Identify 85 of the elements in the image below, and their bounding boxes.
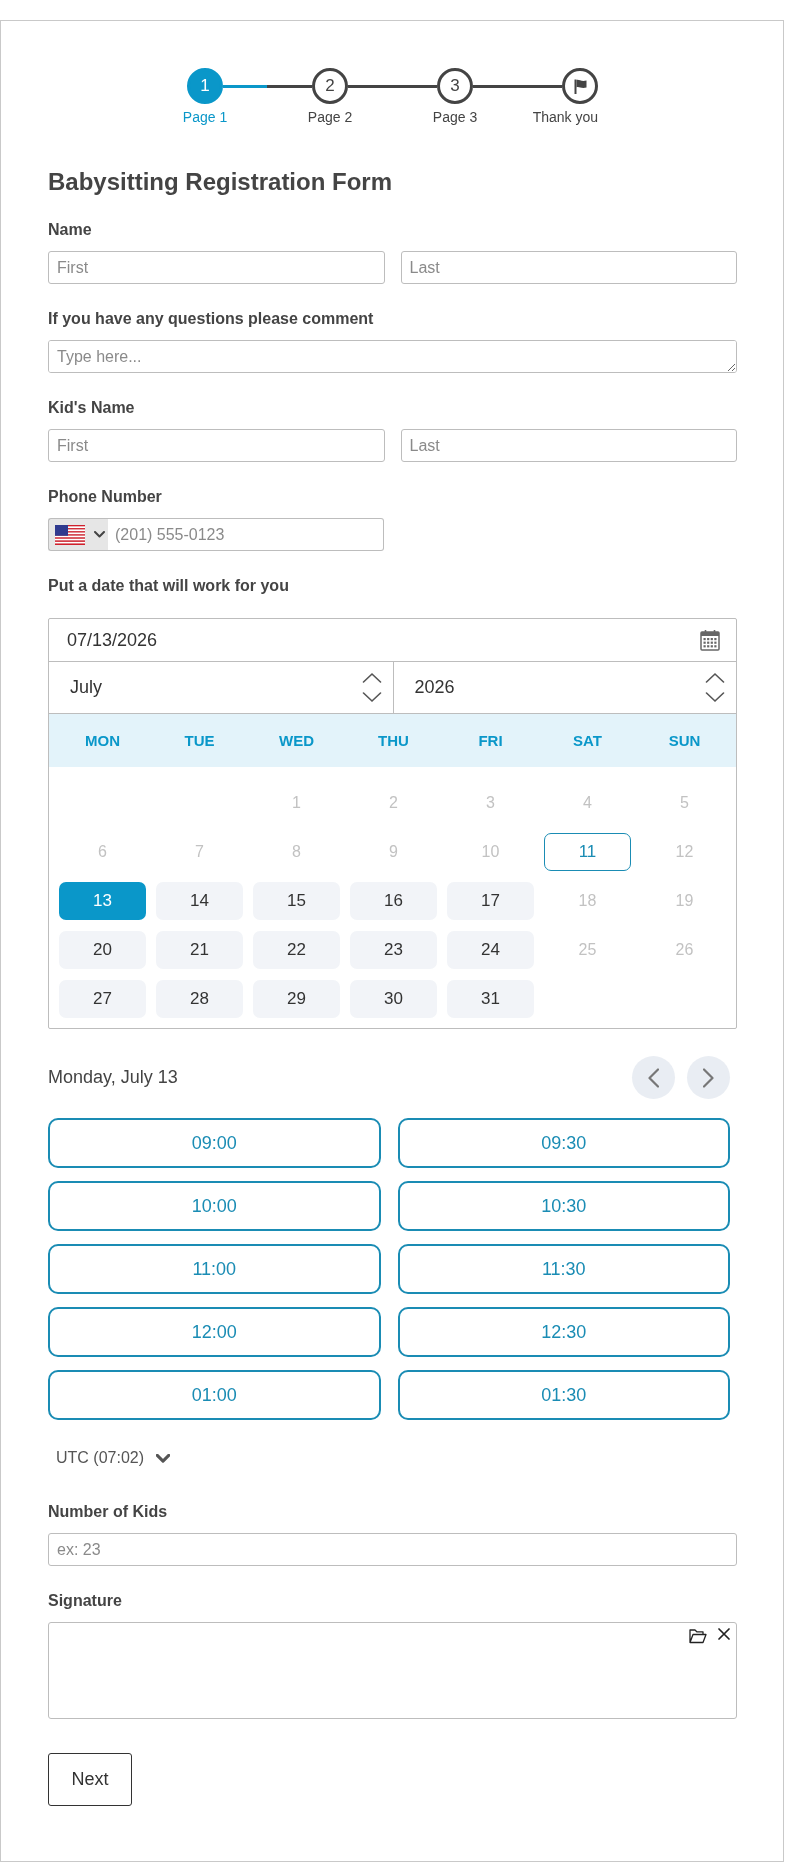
- calendar-day[interactable]: 16: [350, 882, 437, 920]
- weekday-label: TUE: [183, 732, 216, 749]
- chevron-up-icon[interactable]: [361, 672, 382, 683]
- calendar-day: 5: [641, 784, 728, 822]
- time-slot-button[interactable]: 01:00: [48, 1370, 381, 1420]
- time-slot-button[interactable]: 10:30: [397, 1181, 730, 1231]
- selected-date-text: Monday, July 13: [48, 1067, 178, 1088]
- step-label: Page 3: [432, 109, 478, 125]
- step-marker: 1: [187, 68, 223, 104]
- weekday-label: THU: [377, 732, 410, 749]
- calendar-day[interactable]: 28: [156, 980, 243, 1018]
- folder-icon[interactable]: [689, 1628, 707, 1644]
- text-input[interactable]: Last: [400, 429, 737, 462]
- date-input[interactable]: 07/13/2026: [49, 619, 736, 662]
- step-label: Thank you: [532, 109, 598, 125]
- close-icon[interactable]: [718, 1628, 730, 1640]
- weekday-label: MON: [84, 732, 121, 749]
- calendar-day: 8: [253, 833, 340, 871]
- month-spinner[interactable]: July: [49, 662, 393, 713]
- field-label: Name: [48, 220, 93, 240]
- calendar-day: 12: [641, 833, 728, 871]
- field-label: Number of Kids: [48, 1502, 169, 1522]
- flag-icon: [573, 78, 587, 94]
- calendar-day[interactable]: 21: [156, 931, 243, 969]
- calendar-day: 2: [350, 784, 437, 822]
- year-spinner[interactable]: 2026: [392, 662, 736, 713]
- text-input[interactable]: Last: [400, 251, 737, 284]
- chevron-down-icon: [156, 1453, 171, 1463]
- calendar-day[interactable]: 24: [447, 931, 534, 969]
- comment-textarea[interactable]: Type here...: [48, 340, 737, 373]
- chevron-left-icon: [648, 1067, 659, 1088]
- calendar-day: 9: [350, 833, 437, 871]
- form-title: Babysitting Registration Form: [48, 168, 394, 196]
- time-slot-button[interactable]: 09:00: [48, 1118, 381, 1168]
- chevron-down-icon[interactable]: [361, 692, 382, 703]
- calendar-day: 1: [253, 784, 340, 822]
- calendar-day[interactable]: 23: [350, 931, 437, 969]
- calendar-day: 25: [544, 931, 631, 969]
- weekday-label: WED: [278, 732, 315, 749]
- number-input[interactable]: ex: 23: [48, 1533, 737, 1566]
- step-label: Page 1: [182, 109, 228, 125]
- calendar-day: 6: [59, 833, 146, 871]
- chevron-right-icon: [703, 1067, 714, 1088]
- step-marker: 2: [312, 68, 348, 104]
- time-slot-button[interactable]: 09:30: [397, 1118, 730, 1168]
- calendar-day: 26: [641, 931, 728, 969]
- calendar-day[interactable]: 30: [350, 980, 437, 1018]
- weekday-label: FRI: [477, 732, 504, 749]
- calendar-day: 11: [544, 833, 631, 871]
- field-label: Kid's Name: [48, 398, 136, 418]
- time-slot-button[interactable]: 10:00: [48, 1181, 381, 1231]
- time-slot-button[interactable]: 12:00: [48, 1307, 381, 1357]
- field-label: If you have any questions please comment: [48, 309, 375, 329]
- calendar-day: 18: [544, 882, 631, 920]
- chevron-down-icon[interactable]: [705, 692, 725, 703]
- weekday-label: SAT: [572, 732, 603, 749]
- calendar-day[interactable]: 22: [253, 931, 340, 969]
- calendar-day: 10: [447, 833, 534, 871]
- calendar-icon[interactable]: [700, 629, 720, 651]
- chevron-up-icon[interactable]: [705, 672, 725, 683]
- calendar-day: 19: [641, 882, 728, 920]
- calendar-day[interactable]: 31: [447, 980, 534, 1018]
- step-marker: 3: [437, 68, 473, 104]
- weekday-label: SUN: [667, 732, 702, 749]
- calendar-day[interactable]: 17: [447, 882, 534, 920]
- calendar-day[interactable]: 14: [156, 882, 243, 920]
- field-label: Signature: [48, 1591, 123, 1611]
- calendar-day[interactable]: 20: [59, 931, 146, 969]
- time-slot-button[interactable]: 11:30: [397, 1244, 730, 1294]
- calendar-day: 4: [544, 784, 631, 822]
- timezone-dropdown[interactable]: UTC (07:02): [48, 1446, 171, 1470]
- next-button[interactable]: Next: [48, 1753, 132, 1806]
- calendar-day: 7: [156, 833, 243, 871]
- field-label: Phone Number: [48, 487, 163, 507]
- step-label: Page 2: [307, 109, 353, 125]
- calendar-day[interactable]: 27: [59, 980, 146, 1018]
- time-slot-button[interactable]: 01:30: [397, 1370, 730, 1420]
- time-slot-button[interactable]: 11:00: [48, 1244, 381, 1294]
- calendar-day[interactable]: 15: [253, 882, 340, 920]
- calendar-day[interactable]: 29: [253, 980, 340, 1018]
- field-label: Put a date that will work for you: [48, 576, 290, 596]
- time-slot-button[interactable]: 12:30: [397, 1307, 730, 1357]
- text-input[interactable]: First: [48, 251, 385, 284]
- text-input[interactable]: First: [48, 429, 385, 462]
- calendar-day: 3: [447, 784, 534, 822]
